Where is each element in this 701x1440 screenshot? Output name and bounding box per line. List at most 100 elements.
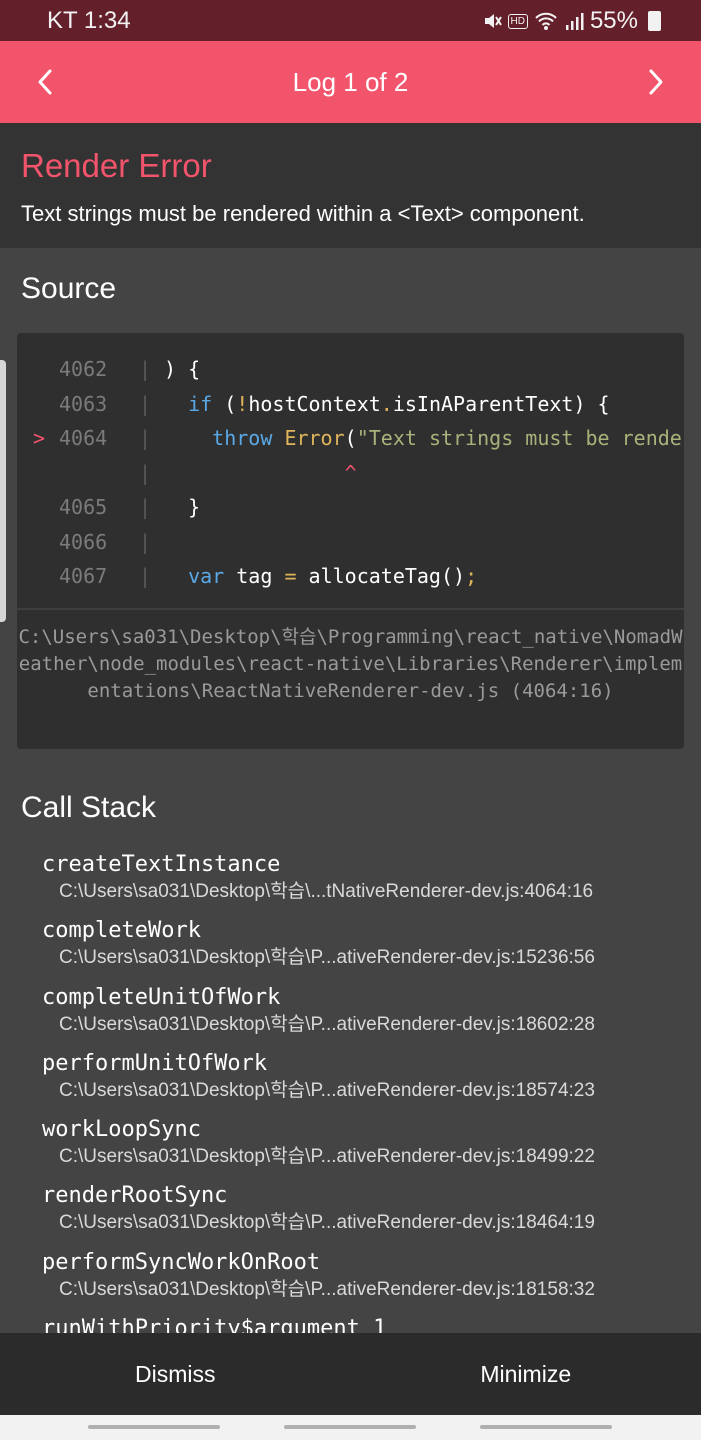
error-summary: Render Error Text strings must be render… bbox=[0, 123, 701, 248]
code-token: ; bbox=[465, 564, 478, 588]
gutter-separator: | bbox=[139, 495, 152, 519]
line-source: var tag = allocateTag(); bbox=[164, 564, 477, 588]
gutter-separator: | bbox=[139, 460, 152, 485]
battery-percent: 55% bbox=[589, 7, 638, 34]
call-stack-list: createTextInstance C:\Users\sa031\Desktop… bbox=[42, 850, 682, 1380]
stack-frame-location: C:\Users\sa031\Desktop\학습\P...ativeRende… bbox=[59, 1013, 595, 1035]
line-source: ) { bbox=[164, 357, 200, 381]
line-source: if (!hostContext.isInAParentText) { bbox=[164, 391, 610, 416]
stack-frame[interactable]: workLoopSync C:\Users\sa031\Desktop\학습\P.… bbox=[42, 1115, 682, 1181]
code-lines: 4062 | ) { 4063 | if (!hostContext.isInAPare… bbox=[17, 353, 684, 595]
stack-frame-function: createTextInstance bbox=[42, 852, 281, 877]
code-token: ! bbox=[236, 391, 249, 416]
line-source: throw Error("Text strings must be rende bbox=[164, 426, 682, 450]
carrier-time: KT 1:34 bbox=[47, 7, 131, 34]
line-number: 4065 bbox=[59, 495, 108, 519]
line-number: 4062 bbox=[59, 357, 108, 381]
line-number: 4067 bbox=[59, 564, 108, 588]
stack-frame[interactable]: createTextInstance C:\Users\sa031\Desktop… bbox=[42, 850, 682, 916]
code-token: } bbox=[164, 495, 201, 519]
code-token: allocateTag() bbox=[296, 564, 466, 588]
gutter-separator: | bbox=[139, 564, 152, 588]
current-line-marker: > bbox=[33, 426, 46, 450]
back-button[interactable] bbox=[480, 1425, 612, 1429]
chevron-right-icon bbox=[649, 69, 663, 95]
stack-frame-function: completeUnitOfWork bbox=[42, 984, 281, 1010]
code-frame[interactable]: 4062 | ) { 4063 | if (!hostContext.isInAPare… bbox=[17, 333, 684, 749]
gutter-separator: | bbox=[139, 391, 152, 416]
code-token: ) { bbox=[164, 357, 201, 381]
minimize-button[interactable]: Minimize bbox=[351, 1333, 701, 1415]
recent-apps-button[interactable] bbox=[88, 1425, 220, 1429]
code-line: 4066 | bbox=[17, 526, 684, 561]
source-section-title: Source bbox=[21, 272, 117, 305]
code-token: isInAParentText) { bbox=[392, 391, 610, 416]
source-file-path[interactable]: C:\Users\sa031\Desktop\학습\Programming\re… bbox=[17, 624, 684, 705]
code-token: hostContext bbox=[248, 391, 381, 416]
stack-frame-function: renderRootSync bbox=[42, 1183, 228, 1209]
stack-frame[interactable]: renderRootSync C:\Users\sa031\Desktop\학습\… bbox=[42, 1181, 682, 1247]
line-number: 4063 bbox=[59, 391, 108, 416]
line-source: ^ bbox=[164, 461, 357, 485]
chevron-left-icon bbox=[38, 69, 52, 95]
code-token: ^ bbox=[344, 460, 357, 485]
stack-frame-location: C:\Users\sa031\Desktop\학습\P...ativeRende… bbox=[59, 1212, 595, 1234]
wifi-icon bbox=[535, 12, 557, 30]
stack-frame[interactable]: performSyncWorkOnRoot C:\Users\sa031\Desk… bbox=[42, 1248, 682, 1314]
status-icons: HD 55% bbox=[482, 7, 661, 35]
line-number: 4066 bbox=[59, 529, 108, 554]
stack-frame-function: performSyncWorkOnRoot bbox=[42, 1249, 321, 1275]
dismiss-button[interactable]: Dismiss bbox=[0, 1333, 351, 1415]
signal-icon bbox=[565, 13, 584, 30]
code-token: = bbox=[284, 564, 297, 588]
code-line: | ^ bbox=[17, 457, 684, 492]
error-title: Render Error bbox=[21, 147, 212, 184]
stack-frame-function: completeWork bbox=[42, 918, 201, 944]
stack-frame[interactable]: completeWork C:\Users\sa031\Desktop\학습\P.… bbox=[42, 916, 682, 982]
code-token: tag bbox=[224, 564, 285, 588]
code-token: var bbox=[188, 564, 225, 588]
error-message: Text strings must be rendered within a <… bbox=[21, 201, 585, 226]
status-bar: KT 1:34 HD 55% bbox=[0, 0, 701, 41]
stack-frame-function: workLoopSync bbox=[42, 1117, 201, 1143]
code-line: 4067 | var tag = allocateTag(); bbox=[17, 560, 684, 595]
system-nav-bar bbox=[0, 1415, 701, 1440]
gutter-separator: | bbox=[139, 529, 152, 554]
mute-icon bbox=[484, 14, 502, 28]
code-token: . bbox=[380, 391, 393, 416]
code-line: 4062 | ) { bbox=[17, 353, 684, 388]
code-line: 4063 | if (!hostContext.isInAParentText) … bbox=[17, 388, 684, 423]
log-title: Log 1 of 2 bbox=[292, 66, 409, 97]
stack-frame[interactable]: completeUnitOfWork C:\Users\sa031\Desktop… bbox=[42, 983, 682, 1049]
stack-frame-location: C:\Users\sa031\Desktop\학습\...tNativeRend… bbox=[59, 881, 594, 902]
code-token: throw bbox=[212, 426, 273, 450]
scroll-handle[interactable] bbox=[0, 360, 6, 622]
stack-frame-location: C:\Users\sa031\Desktop\학습\P...ativeRende… bbox=[59, 1146, 595, 1168]
stack-frame-function: performUnitOfWork bbox=[42, 1050, 268, 1076]
code-token: if bbox=[188, 391, 213, 416]
gutter-separator: | bbox=[139, 357, 152, 381]
code-token: ( bbox=[212, 391, 237, 416]
call-stack-title: Call Stack bbox=[21, 791, 157, 824]
line-number: 4064 bbox=[59, 426, 108, 450]
code-token: ( bbox=[344, 426, 357, 450]
next-log-button[interactable] bbox=[611, 41, 701, 123]
home-button[interactable] bbox=[284, 1425, 416, 1429]
log-header: Log 1 of 2 bbox=[0, 41, 701, 123]
previous-log-button[interactable] bbox=[0, 41, 90, 123]
battery-icon bbox=[648, 11, 661, 31]
hd-voice-icon: HD bbox=[507, 13, 528, 29]
stack-frame-location: C:\Users\sa031\Desktop\학습\P...ativeRende… bbox=[59, 1278, 595, 1300]
stack-frame-location: C:\Users\sa031\Desktop\학습\P...ativeRende… bbox=[59, 947, 595, 969]
stack-frame[interactable]: performUnitOfWork C:\Users\sa031\Desktop\… bbox=[42, 1049, 682, 1115]
divider bbox=[17, 608, 684, 610]
gutter-separator: | bbox=[139, 426, 152, 450]
code-token: "Text strings must be rende bbox=[356, 426, 682, 450]
code-line: 4065 | } bbox=[17, 491, 684, 526]
line-source: } bbox=[164, 495, 200, 519]
